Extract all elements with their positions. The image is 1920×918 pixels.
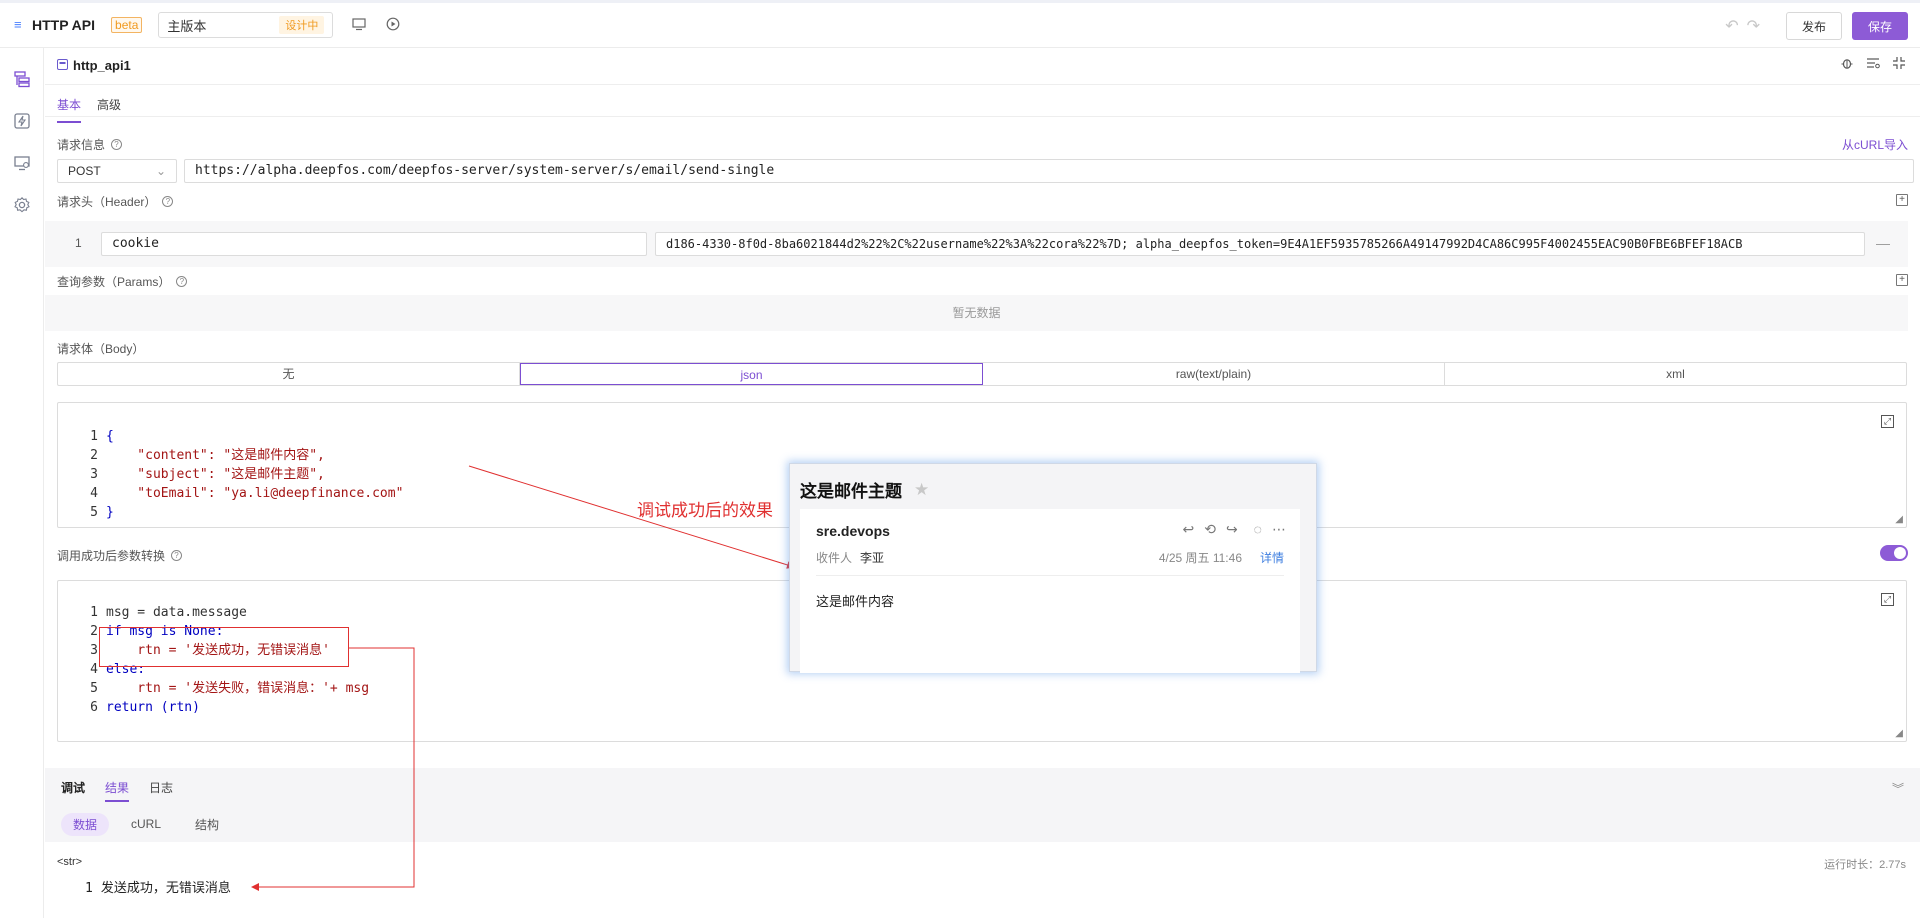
annotation-arrows — [251, 465, 795, 891]
email-date: 4/25 周五 11:46 — [1158, 551, 1242, 565]
divider — [816, 575, 1284, 576]
email-preview: 这是邮件主题 ★ sre.devops ↩ ⟲ ↪ ◌ ⋯ 收件人 李亚 4/25… — [789, 463, 1317, 673]
email-actions: ↩ ⟲ ↪ ◌ ⋯ — [1182, 521, 1286, 538]
star-icon[interactable]: ★ — [914, 480, 929, 500]
email-recipient: 收件人 李亚 — [816, 551, 885, 565]
more-icon[interactable]: ⋯ — [1272, 521, 1286, 538]
email-subject: 这是邮件主题 ★ — [800, 479, 930, 502]
reply-all-icon[interactable]: ⟲ — [1204, 521, 1216, 538]
forward-icon[interactable]: ↪ — [1226, 521, 1238, 538]
email-body: 这是邮件内容 — [816, 594, 895, 609]
email-detail-link[interactable]: 详情 — [1260, 549, 1284, 566]
reply-icon[interactable]: ↩ — [1182, 521, 1194, 538]
email-sender: sre.devops — [816, 523, 890, 539]
chat-icon[interactable]: ◌ — [1254, 521, 1262, 538]
email-card: sre.devops ↩ ⟲ ↪ ◌ ⋯ 收件人 李亚 4/25 周五 11:46… — [800, 509, 1300, 673]
